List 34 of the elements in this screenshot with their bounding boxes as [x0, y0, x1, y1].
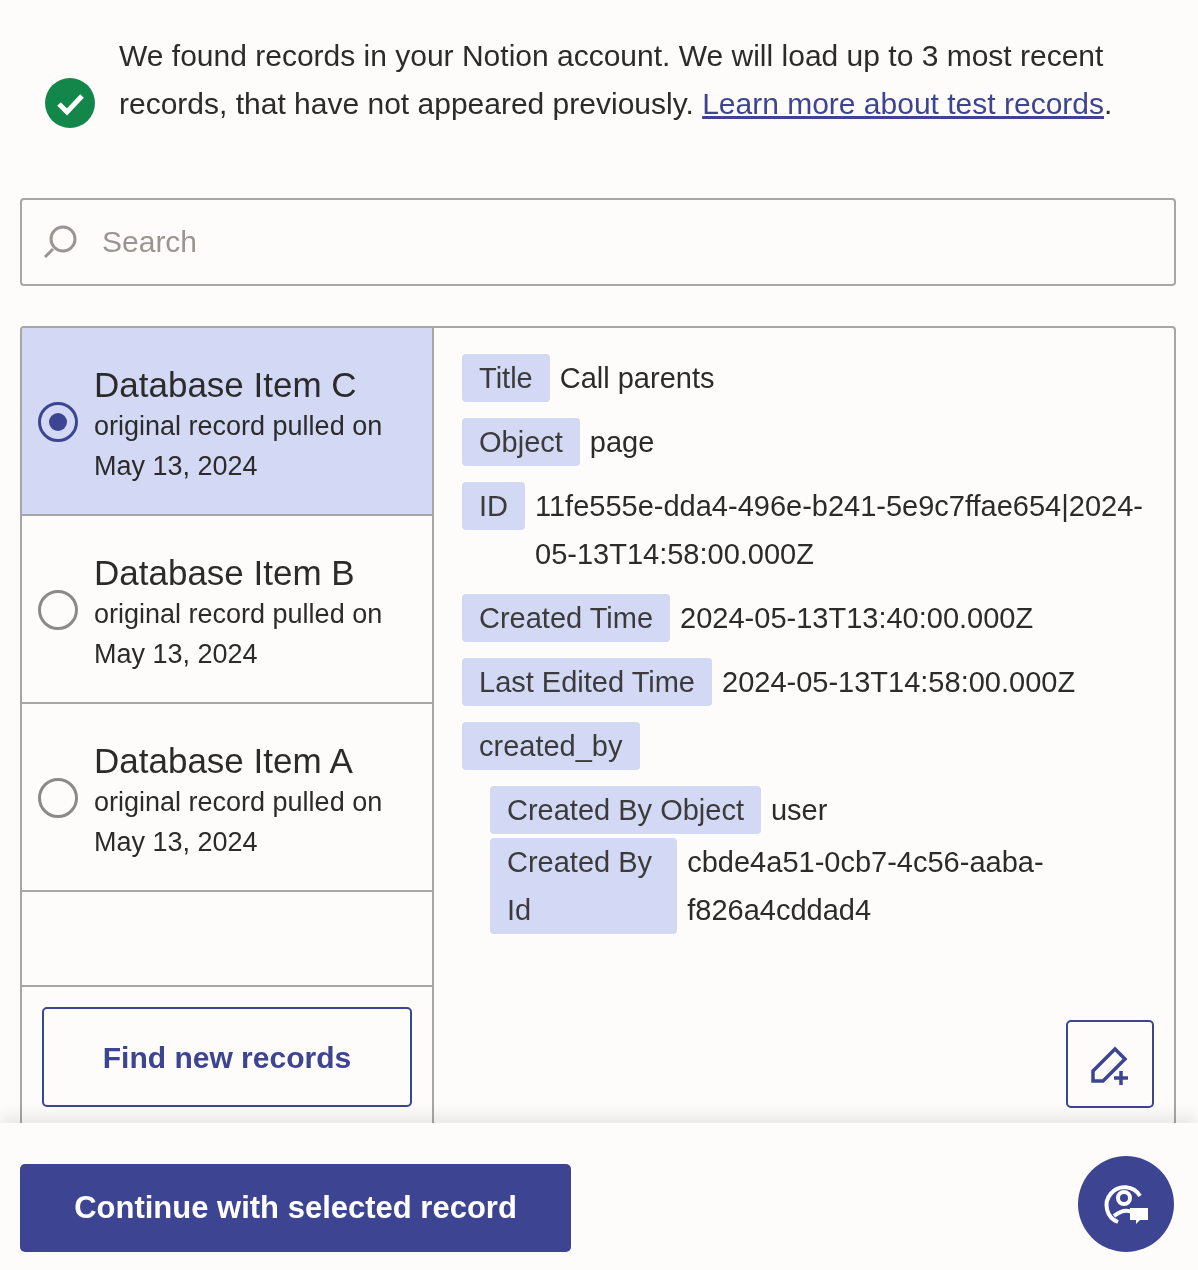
field-value: 2024-05-13T14:58:00.000Z — [721, 665, 1076, 700]
field-label: ID — [462, 482, 525, 530]
radio-button[interactable] — [38, 402, 78, 442]
learn-more-link[interactable]: Learn more about test records — [702, 87, 1104, 120]
field-label: Created Time — [462, 594, 671, 642]
field-label: Created By Id — [490, 838, 678, 934]
search-field[interactable]: Search — [20, 198, 1176, 286]
edit-button[interactable] — [1066, 1020, 1154, 1108]
record-title: Database Item B — [94, 552, 356, 594]
field-value: cbde4a51-0cb7-4c56-aaba-f826a4cddad4 — [686, 845, 1045, 928]
field-value: page — [588, 425, 655, 460]
radio-button[interactable] — [38, 778, 78, 818]
record-subtitle: original record pulled on May 13, 2024 — [94, 598, 384, 671]
field-value: Call parents — [558, 361, 715, 396]
record-subtitle: original record pulled on May 13, 2024 — [94, 410, 384, 483]
record-title: Database Item C — [94, 364, 358, 406]
radio-button[interactable] — [38, 590, 78, 630]
record-item[interactable]: Database Item B original record pulled on May 13, 2024 — [22, 516, 432, 704]
field-label: Title — [462, 354, 550, 402]
success-check-icon — [45, 78, 95, 128]
field-value: 2024-05-13T13:40:00.000Z — [679, 601, 1034, 636]
field-value: user — [769, 793, 828, 828]
record-item[interactable]: Database Item A original record pulled on May 13, 2024 — [22, 704, 432, 892]
field-label: Object — [462, 418, 580, 466]
field-label: Last Edited Time — [462, 658, 712, 706]
field-label: created_by — [462, 722, 640, 770]
record-subtitle: original record pulled on May 13, 2024 — [94, 786, 384, 859]
record-title: Database Item A — [94, 740, 354, 782]
find-records-button[interactable]: Find new records — [42, 1007, 412, 1107]
record-item[interactable]: Database Item C original record pulled on May 13, 2024 — [22, 328, 432, 516]
field-label: Created By Object — [490, 786, 761, 834]
field-value: 11fe555e-dda4-496e-b241-5e9c7ffae654|2024-05-13T14:58:00.000Z — [534, 489, 1144, 572]
continue-button[interactable]: Continue with selected record — [20, 1164, 571, 1252]
notice-text: We found records in your Notion account. We will load up to 3 most recent records, that have not appeared previously. Learn more about test records. — [119, 38, 1114, 122]
